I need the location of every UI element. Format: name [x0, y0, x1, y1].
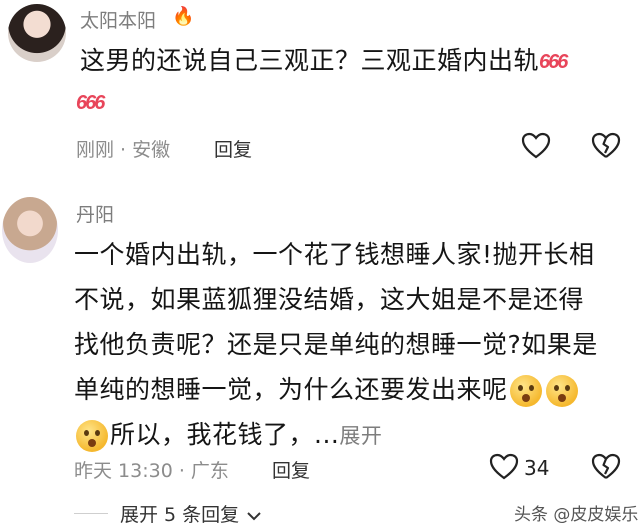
surprised-emoji-icon	[545, 375, 578, 407]
expand-replies-label: 展开 5 条回复	[120, 504, 240, 526]
emoji-666-icon: 666	[539, 50, 568, 73]
comment-location: 刚刚 · 安徽	[76, 139, 171, 161]
comment-line: 单纯的想睡一觉，为什么还要发出来呢	[74, 367, 634, 412]
comment-text: 一个婚内出轨，一个花了钱想睡人家!抛开长相 不说，如果蓝狐狸没结婚，这大姐是不是…	[74, 232, 634, 459]
broken-heart-icon[interactable]	[591, 132, 621, 160]
chevron-down-icon	[247, 511, 261, 520]
comment-line: 所以，我花钱了，...展开	[74, 412, 634, 459]
reply-button[interactable]: 回复	[214, 135, 252, 162]
like-count: 34	[524, 456, 550, 480]
divider	[74, 513, 108, 514]
comment-line: 这男的还说自己三观正？三观正婚内出轨	[80, 46, 540, 75]
surprised-emoji-icon	[76, 420, 108, 452]
comment-location: 昨天 13:30 · 广东	[74, 460, 229, 482]
comment-line: 一个婚内出轨，一个花了钱想睡人家!抛开长相	[74, 240, 595, 269]
username[interactable]: 丹阳	[76, 200, 114, 227]
broken-heart-icon[interactable]	[591, 453, 621, 481]
comment-line: 找他负责呢？还是只是单纯的想睡一觉?如果是	[74, 330, 598, 359]
expand-text-button[interactable]: 展开	[339, 424, 382, 448]
comment-line-text: 单纯的想睡一觉，为什么还要发出来呢	[74, 375, 508, 404]
comment-text: 这男的还说自己三观正？三观正婚内出轨666	[80, 38, 630, 85]
comment-line: 不说，如果蓝狐狸没结婚，这大姐是不是还得	[74, 285, 585, 314]
avatar[interactable]	[8, 4, 66, 62]
reply-button[interactable]: 回复	[272, 456, 310, 483]
heart-icon[interactable]	[489, 453, 519, 481]
emoji-666-icon: 666	[76, 92, 105, 114]
surprised-emoji-icon	[509, 375, 542, 407]
comment-line-text: 所以，我花钱了，...	[110, 420, 340, 449]
username[interactable]: 太阳本阳	[80, 6, 156, 33]
heart-icon[interactable]	[521, 132, 551, 160]
expand-replies-button[interactable]: 展开 5 条回复	[120, 500, 261, 527]
avatar[interactable]	[2, 197, 58, 263]
watermark: 头条 @皮皮娱乐	[514, 505, 639, 525]
fire-icon: 🔥	[172, 6, 195, 27]
